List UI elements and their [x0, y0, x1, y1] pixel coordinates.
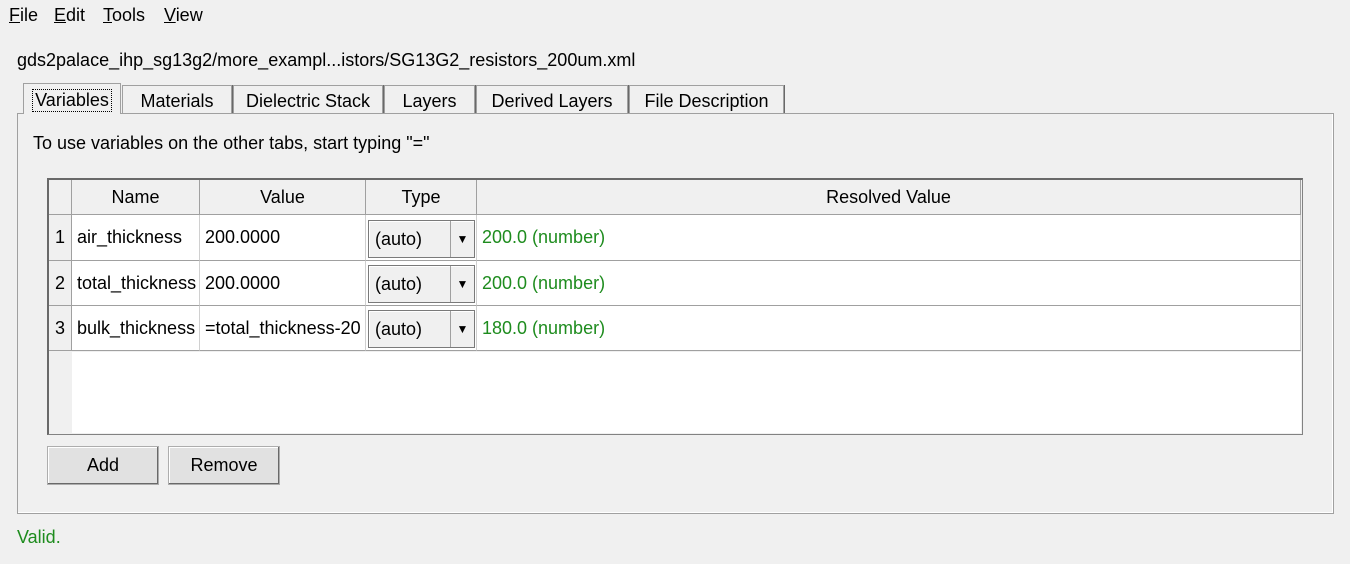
column-header-type[interactable]: Type	[366, 180, 477, 215]
cell-value[interactable]: 200.0000	[200, 261, 366, 306]
menu-edit[interactable]: Edit	[54, 5, 85, 26]
add-button[interactable]: Add	[47, 446, 159, 485]
row-number[interactable]: 3	[49, 306, 72, 351]
file-path-label: gds2palace_ihp_sg13g2/more_exampl...isto…	[17, 50, 636, 70]
column-header-name[interactable]: Name	[72, 180, 200, 215]
chevron-down-icon[interactable]: ▼	[450, 266, 474, 302]
status-text: Valid.	[17, 527, 61, 547]
column-header-resolved-value[interactable]: Resolved Value	[477, 180, 1301, 215]
row-number[interactable]: 2	[49, 261, 72, 306]
cell-resolved-value: 200.0 (number)	[477, 215, 1301, 261]
remove-button[interactable]: Remove	[168, 446, 280, 485]
cell-name[interactable]: bulk_thickness	[72, 306, 200, 351]
chevron-down-icon[interactable]: ▼	[450, 221, 474, 257]
column-header-value[interactable]: Value	[200, 180, 366, 215]
menu-tools[interactable]: Tools	[103, 5, 145, 26]
cell-value[interactable]: 200.0000	[200, 215, 366, 261]
tab-layers[interactable]: Layers	[384, 85, 475, 114]
menu-bar: File Edit Tools View	[0, 0, 1350, 32]
cell-resolved-value: 180.0 (number)	[477, 306, 1301, 351]
table-empty-area[interactable]	[72, 352, 1301, 433]
variables-table[interactable]: Name Value Type Resolved Value 1 air_thi…	[47, 178, 1303, 435]
tab-materials[interactable]: Materials	[122, 85, 232, 114]
table-corner[interactable]	[49, 180, 72, 215]
menu-file[interactable]: File	[9, 5, 38, 26]
type-dropdown[interactable]: (auto) ▼	[368, 220, 475, 258]
tab-dielectric-stack[interactable]: Dielectric Stack	[233, 85, 383, 114]
menu-view[interactable]: View	[164, 5, 203, 26]
type-dropdown[interactable]: (auto) ▼	[368, 310, 475, 348]
cell-name[interactable]: total_thickness	[72, 261, 200, 306]
tab-derived-layers[interactable]: Derived Layers	[476, 85, 628, 114]
chevron-down-icon[interactable]: ▼	[450, 311, 474, 347]
cell-resolved-value: 200.0 (number)	[477, 261, 1301, 306]
tab-file-description[interactable]: File Description	[629, 85, 784, 114]
cell-value[interactable]: =total_thickness-20	[200, 306, 366, 351]
hint-text: To use variables on the other tabs, star…	[33, 133, 430, 153]
row-number[interactable]: 1	[49, 215, 72, 261]
cell-name[interactable]: air_thickness	[72, 215, 200, 261]
tab-variables[interactable]: Variables	[23, 83, 121, 114]
type-dropdown[interactable]: (auto) ▼	[368, 265, 475, 303]
